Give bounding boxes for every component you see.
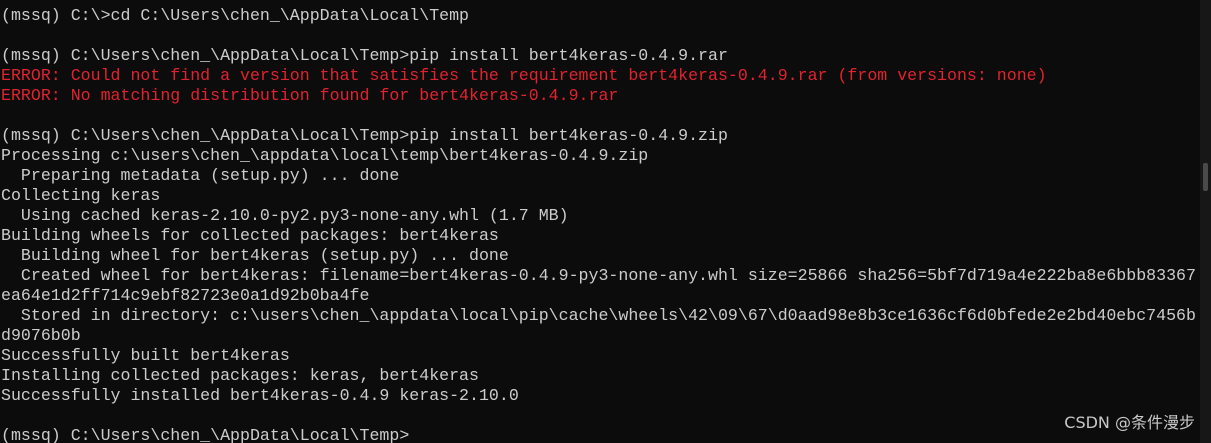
- error-line: ERROR: No matching distribution found fo…: [1, 86, 619, 105]
- scrollbar-thumb[interactable]: [1203, 163, 1208, 191]
- output-line: Created wheel for bert4keras: filename=b…: [1, 266, 1196, 285]
- blank-line: [1, 106, 1196, 126]
- output-line: Successfully built bert4keras: [1, 346, 290, 365]
- output-line: ea64e1d2ff714c9ebf82723e0a1d92b0ba4fe: [1, 286, 370, 305]
- output-line: Installing collected packages: keras, be…: [1, 366, 479, 385]
- terminal-output: (mssq) C:\>cd C:\Users\chen_\AppData\Loc…: [1, 6, 1196, 443]
- prompt-line: (mssq) C:\Users\chen_\AppData\Local\Temp…: [1, 126, 728, 145]
- blank-line: [1, 406, 1196, 426]
- output-line: Collecting keras: [1, 186, 161, 205]
- output-line: Stored in directory: c:\users\chen_\appd…: [1, 306, 1196, 325]
- prompt-line: (mssq) C:\>cd C:\Users\chen_\AppData\Loc…: [1, 6, 470, 25]
- output-line: Successfully installed bert4keras-0.4.9 …: [1, 386, 519, 405]
- error-line: ERROR: Could not find a version that sat…: [1, 66, 1047, 85]
- output-line: Building wheel for bert4keras (setup.py)…: [1, 246, 509, 265]
- output-line: Building wheels for collected packages: …: [1, 226, 499, 245]
- prompt-line: (mssq) C:\Users\chen_\AppData\Local\Temp…: [1, 46, 728, 65]
- output-line: Preparing metadata (setup.py) ... done: [1, 166, 400, 185]
- terminal-window[interactable]: (mssq) C:\>cd C:\Users\chen_\AppData\Loc…: [0, 0, 1200, 443]
- output-line: d9076b0b: [1, 326, 81, 345]
- prompt-line: (mssq) C:\Users\chen_\AppData\Local\Temp…: [1, 426, 410, 443]
- output-line: Processing c:\users\chen_\appdata\local\…: [1, 146, 649, 165]
- vertical-scrollbar[interactable]: [1200, 0, 1211, 443]
- watermark: CSDN @条件漫步: [1064, 413, 1195, 432]
- output-line: Using cached keras-2.10.0-py2.py3-none-a…: [1, 206, 569, 225]
- blank-line: [1, 26, 1196, 46]
